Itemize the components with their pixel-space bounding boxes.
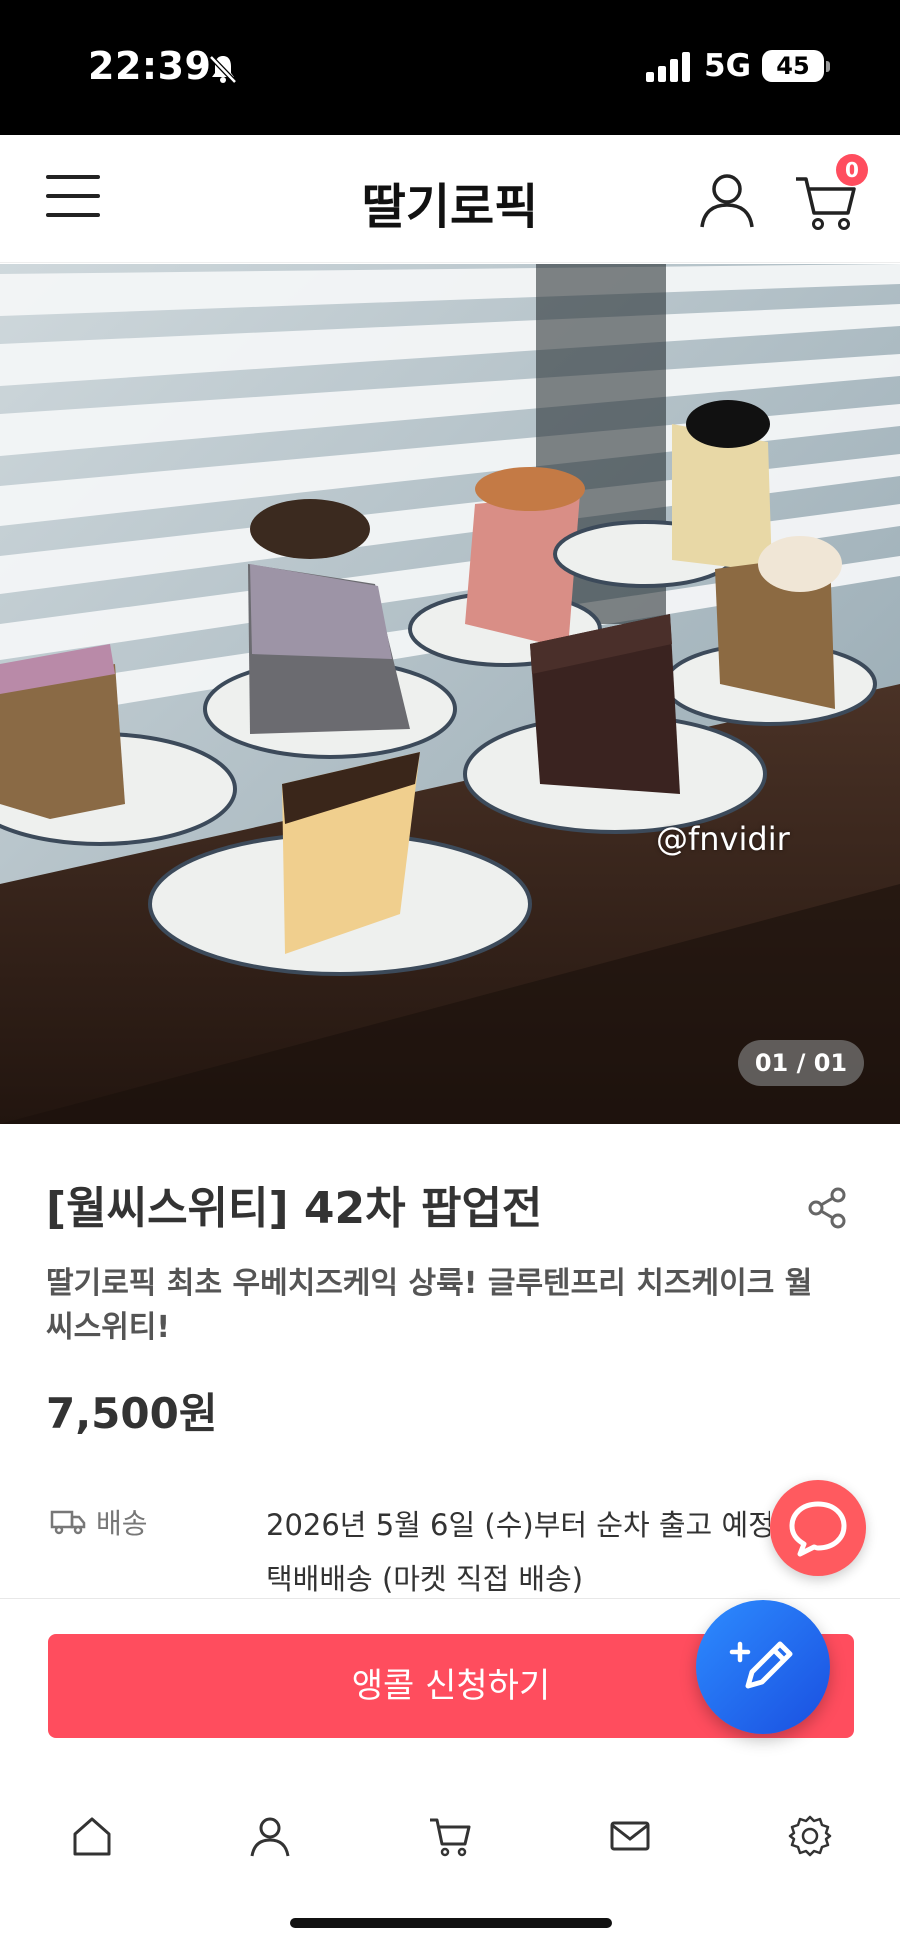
share-icon[interactable] [806,1186,850,1230]
brand-title[interactable]: 딸기로픽 [0,167,900,237]
cake-photo [0,264,900,1124]
status-bar: 22:39 5G 45 [0,0,900,135]
app-header: 딸기로픽 [0,135,900,263]
bell-muted-icon [209,55,237,84]
shipping-date: 2026년 5월 6일 (수)부터 순차 출고 예정 [266,1508,770,1542]
shipping-label-text: 배송 [96,1507,148,1540]
tab-user-icon[interactable] [248,1814,292,1858]
product-title: [월씨스위티] 42차 팝업전 [46,1183,543,1234]
tab-cart-icon[interactable] [428,1814,472,1858]
signal-icon [646,52,690,82]
battery-icon: 45 [762,50,824,82]
network-type: 5G [704,48,752,84]
chat-icon [789,1501,847,1557]
product-price: 7,500원 [46,1389,218,1438]
user-icon[interactable] [696,169,758,231]
status-time: 22:39 [88,44,212,88]
battery-nub [826,61,830,72]
product-subtitle: 딸기로픽 최초 우베치즈케익 상륙! 글루텐프리 치즈케이크 월씨스위티! [46,1266,813,1345]
image-watermark: @fnvidir [656,820,790,858]
chat-button[interactable] [770,1480,866,1576]
settings-icon[interactable] [788,1814,832,1858]
write-button[interactable] [696,1600,830,1734]
shipping-method: 택배배송 (마켓 직접 배송) [266,1562,584,1596]
product-image[interactable] [0,264,900,1124]
shipping-label: 배송 [50,1502,148,1542]
home-icon[interactable] [70,1814,114,1858]
truck-icon [50,1510,86,1535]
cart-badge: 0 [836,154,868,186]
mail-icon[interactable] [608,1814,652,1858]
home-indicator [290,1918,612,1928]
pencil-plus-icon [729,1641,793,1689]
image-counter: 01 / 01 [738,1040,864,1086]
